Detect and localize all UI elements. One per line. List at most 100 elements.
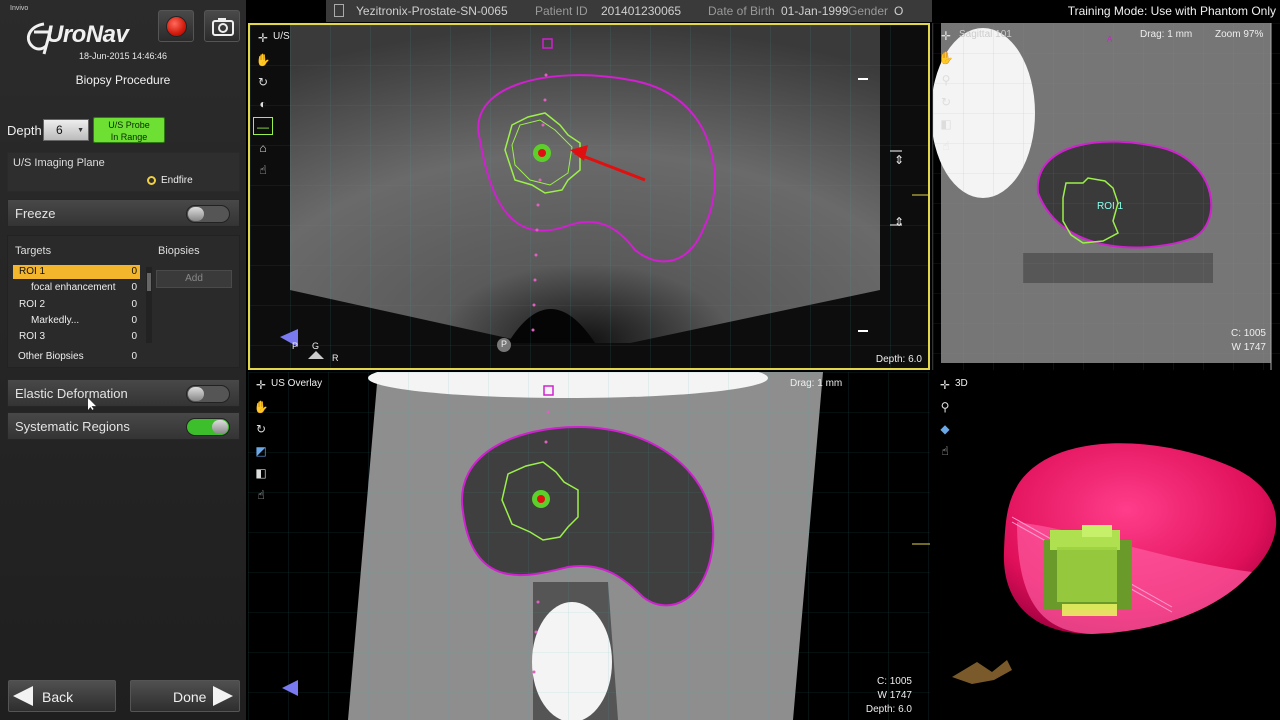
measure-tool-icon[interactable]: — — [253, 117, 273, 135]
window-level-icon[interactable]: ◧ — [251, 464, 271, 482]
patient-id: 201401230065 — [601, 4, 682, 18]
target-name: focal enhancement — [31, 282, 116, 293]
endfire-radio[interactable] — [147, 176, 156, 185]
rotate-icon[interactable]: ↻ — [251, 420, 271, 438]
elastic-deformation-label: Elastic Deformation — [15, 386, 128, 401]
top-info-bar: Yezitronix-Prostate-SN-0065 Patient ID 2… — [246, 0, 1280, 22]
overlay-drag: Drag: 1 mm — [790, 378, 843, 389]
left-control-panel: Invivo UroNav 18-Jun-2015 14:46:46 Biops… — [0, 0, 246, 720]
anterior-marker: A — [1107, 35, 1113, 44]
reset-hand-icon[interactable]: ☝ — [251, 486, 271, 504]
target-list: ROI 1 0 focal enhancement 0 ROI 2 0 Mark… — [13, 265, 144, 345]
sagittal-mr-viewport[interactable]: ✛ ✋ ⚲ ↻ ◧ ☝ Sagittal 101 Drag: 1 mm Zoom… — [932, 23, 1280, 370]
back-button[interactable]: Back — [8, 680, 116, 712]
patient-name: Yezitronix-Prostate-SN-0065 — [356, 4, 508, 18]
endfire-label: Endfire — [161, 175, 193, 186]
sagittal-zoom: Zoom 97% — [1215, 29, 1264, 40]
pan-hand-icon[interactable]: ✋ — [936, 49, 956, 67]
sagittal-window-center: C: 1005 — [1230, 328, 1266, 339]
training-mode-notice: Training Mode: Use with Phantom Only — [1067, 4, 1276, 18]
systematic-regions-toggle[interactable] — [186, 418, 230, 436]
imaging-plane-title: U/S Imaging Plane — [13, 157, 105, 169]
target-row-roi3[interactable]: ROI 3 0 — [13, 330, 140, 344]
dob: 01-Jan-1999 — [781, 4, 849, 18]
ultrasound-image — [250, 25, 928, 368]
reset-hand-icon[interactable]: ☝ — [253, 161, 273, 179]
zoom-icon[interactable]: ⚲ — [936, 71, 956, 89]
reset-hand-icon[interactable]: ☝ — [935, 442, 955, 460]
toggle-knob — [188, 387, 204, 401]
target-name: Markedly... — [31, 315, 80, 326]
probe-status-line2: In Range — [110, 132, 148, 142]
dob-label: Date of Birth — [708, 4, 775, 18]
systematic-regions-row: Systematic Regions — [7, 412, 240, 440]
contour-tool-icon[interactable]: ◐ — [253, 95, 273, 113]
target-name: ROI 3 — [19, 331, 46, 342]
back-label: Back — [42, 689, 74, 705]
datetime: 18-Jun-2015 14:46:46 — [78, 51, 168, 61]
scale-arrow-icon[interactable]: ⇕ — [894, 215, 904, 229]
target-count: 0 — [131, 266, 137, 277]
chevron-down-icon: ▼ — [77, 127, 84, 134]
crosshair-tool-icon[interactable]: ✛ — [253, 29, 273, 47]
crosshair-tool-icon[interactable]: ✛ — [251, 376, 271, 394]
done-label: Done — [173, 689, 207, 705]
cube-icon[interactable]: ◆ — [935, 420, 955, 438]
toggle-knob — [212, 420, 228, 434]
target-name: ROI 1 — [19, 266, 46, 277]
pan-hand-icon[interactable]: ✋ — [253, 51, 273, 69]
probe-tool-icon[interactable]: ⌂ — [253, 139, 273, 157]
targets-panel: Targets Biopsies ROI 1 0 focal enhanceme… — [7, 235, 240, 368]
biopsies-header: Biopsies — [158, 245, 200, 257]
other-biopsies-row[interactable]: Other Biopsies 0 — [13, 350, 140, 364]
window-level-icon[interactable]: ◧ — [936, 115, 956, 133]
depth-select[interactable]: 6 ▼ — [43, 119, 89, 141]
us-overlay-image — [248, 372, 930, 720]
done-button[interactable]: Done — [130, 680, 240, 712]
other-biopsies-label: Other Biopsies — [18, 351, 84, 362]
scale-arrow-icon[interactable]: ⇕ — [894, 153, 904, 167]
target-list-scrollbar[interactable] — [146, 267, 152, 343]
orient-g: G — [312, 341, 320, 351]
document-icon — [334, 4, 344, 17]
overlay-viewport-label: US Overlay — [271, 378, 323, 389]
app-name: UroNav — [46, 21, 129, 48]
record-icon — [166, 16, 187, 37]
orient-p: P — [292, 341, 299, 351]
us-overlay-viewport[interactable]: ✛ ✋ ↻ ◩ ◧ ☝ US Overlay Drag: 1 mm C: 100… — [248, 372, 930, 720]
scroll-thumb[interactable] — [147, 273, 151, 291]
arrow-left-icon — [13, 686, 33, 706]
procedure-title: Biopsy Procedure — [75, 73, 171, 87]
crosshair-tool-icon[interactable]: ✛ — [936, 27, 956, 45]
elastic-deformation-toggle[interactable] — [186, 385, 230, 403]
ultrasound-viewport[interactable]: ✛ ✋ ↻ ◐ — ⌂ ☝ U/S P G R P ⇕ ⇕ Depth: 6.0 — [248, 23, 930, 370]
screenshot-button[interactable] — [204, 10, 240, 42]
record-button[interactable] — [158, 10, 194, 42]
sagittal-roi-label: ROI 1 — [1097, 201, 1124, 212]
systematic-regions-label: Systematic Regions — [15, 419, 130, 434]
patient-info-bar: Yezitronix-Prostate-SN-0065 Patient ID 2… — [326, 0, 932, 22]
arrow-right-icon — [213, 686, 233, 706]
overlay-window-center: C: 1005 — [876, 676, 912, 687]
blend-icon[interactable]: ◩ — [251, 442, 271, 460]
rotate-icon[interactable]: ↻ — [936, 93, 956, 111]
target-row-focal-enhancement[interactable]: focal enhancement 0 — [13, 281, 140, 295]
3d-viewport-label: 3D — [955, 378, 968, 389]
target-count: 0 — [131, 282, 137, 293]
target-row-roi1[interactable]: ROI 1 0 — [13, 265, 140, 279]
reset-hand-icon[interactable]: ☝ — [936, 137, 956, 155]
target-row-markedly[interactable]: Markedly... 0 — [13, 314, 140, 328]
target-row-roi2[interactable]: ROI 2 0 — [13, 298, 140, 312]
rotate-icon[interactable]: ↻ — [253, 73, 273, 91]
posterior-marker: P — [501, 339, 508, 349]
freeze-toggle[interactable] — [186, 205, 230, 223]
3d-viewport[interactable]: ✛ ⚲ ◆ ☝ 3D — [932, 372, 1280, 720]
crosshair-tool-icon[interactable]: ✛ — [935, 376, 955, 394]
add-biopsy-button[interactable]: Add — [156, 270, 232, 288]
target-name: ROI 2 — [19, 299, 46, 310]
freeze-label: Freeze — [15, 206, 56, 221]
3d-render — [952, 443, 1277, 684]
overlay-depth: Depth: 6.0 — [865, 704, 912, 715]
zoom-icon[interactable]: ⚲ — [935, 398, 955, 416]
pan-hand-icon[interactable]: ✋ — [251, 398, 271, 416]
